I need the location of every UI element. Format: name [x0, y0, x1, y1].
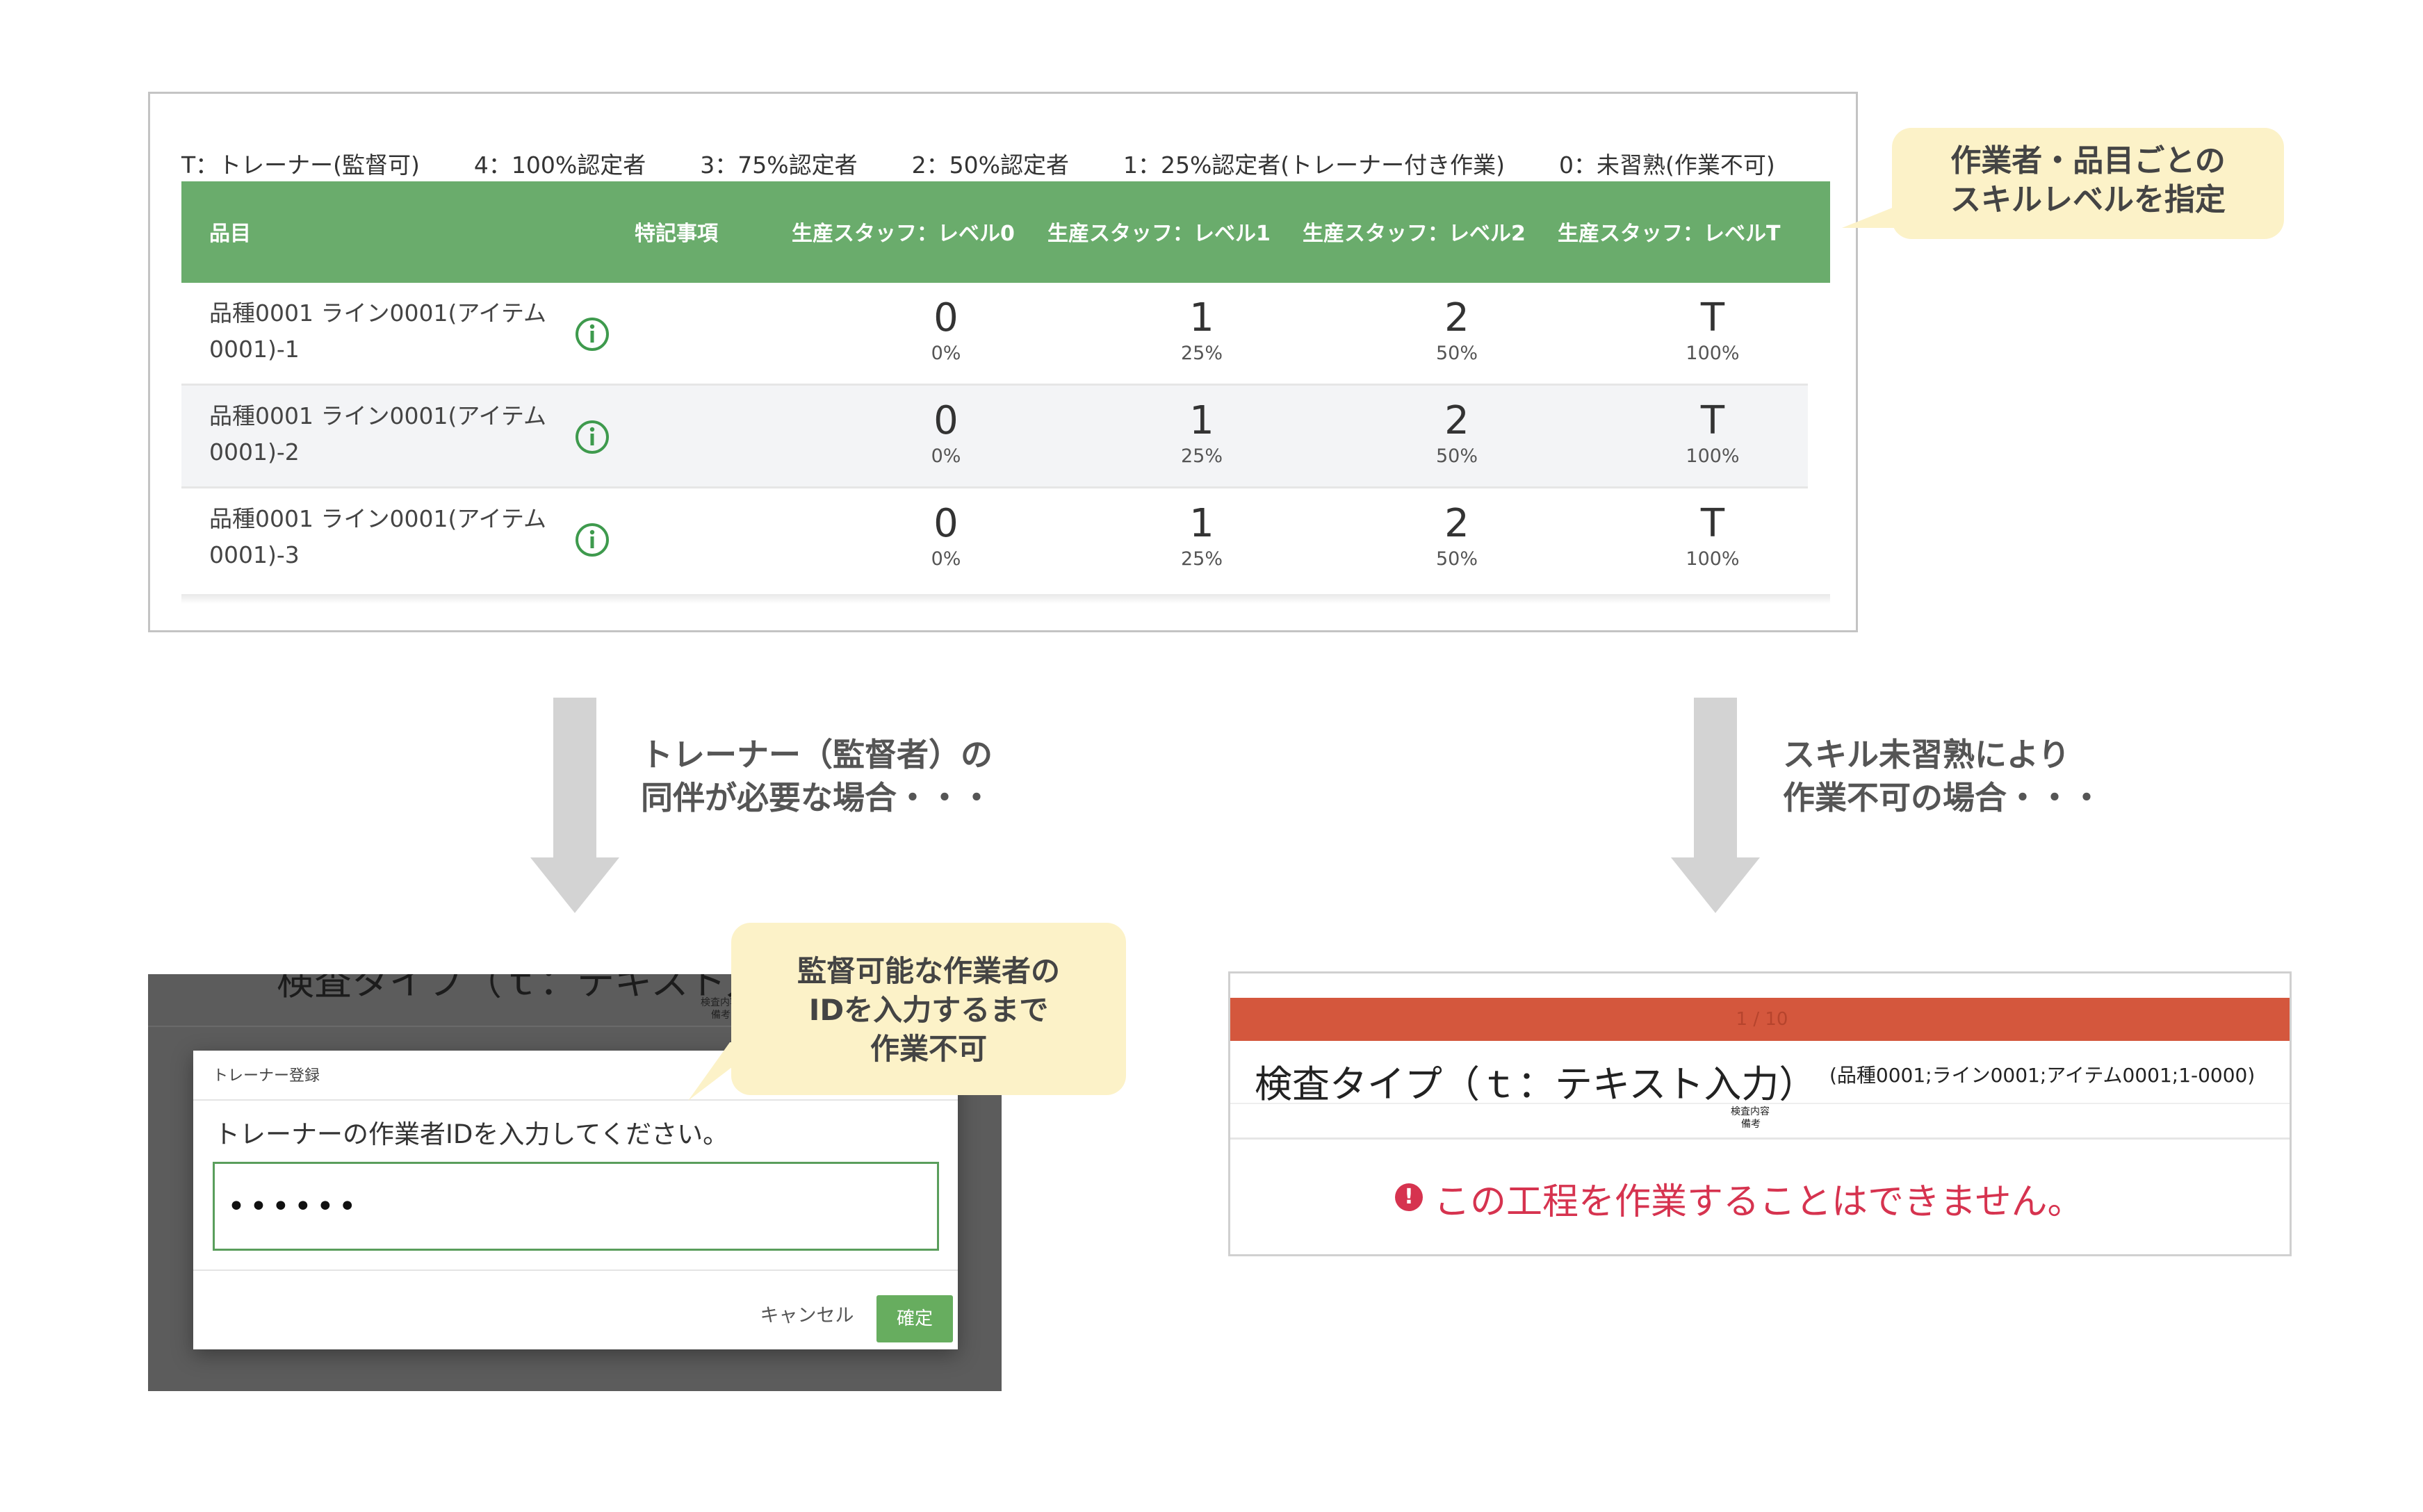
- level-cell-0[interactable]: 0 0%: [876, 501, 1015, 572]
- header-level0: 生産スタッフ：レベル0: [792, 222, 1015, 246]
- level-cell-t[interactable]: T 100%: [1643, 501, 1782, 572]
- caption-trainer-required: トレーナー（監督者）の 同伴が必要な場合・・・: [641, 736, 993, 816]
- inspection-title: 検査タイプ（ｔ：テキスト入力）: [1255, 1062, 1817, 1106]
- table-header: 品目 特記事項 生産スタッフ：レベル0 生産スタッフ：レベル1 生産スタッフ：レ…: [181, 181, 1830, 283]
- level-cell-1[interactable]: 1 25%: [1132, 501, 1271, 572]
- legend-item-2: 2：50%認定者: [911, 151, 1069, 179]
- row-item-label: 品種0001 ライン0001(アイテム 0001)-1: [209, 299, 547, 363]
- table-bottom-shadow: [181, 594, 1830, 604]
- legend-item-4: 4：100%認定者: [473, 151, 646, 179]
- level-cell-0[interactable]: 0 0%: [876, 398, 1015, 469]
- level-cell-2[interactable]: 2 50%: [1387, 295, 1526, 366]
- legend-item-t: T：トレーナー(監督可): [181, 151, 420, 179]
- level-cell-0[interactable]: 0 0%: [876, 295, 1015, 366]
- level-cell-t[interactable]: T 100%: [1643, 398, 1782, 469]
- skill-level-callout: 作業者・品目ごとの スキルレベルを指定: [1892, 128, 2284, 239]
- cancel-button[interactable]: キャンセル: [755, 1295, 859, 1337]
- legend-item-3: 3：75%認定者: [700, 151, 858, 179]
- info-icon[interactable]: [574, 522, 610, 558]
- level-cell-2[interactable]: 2 50%: [1387, 398, 1526, 469]
- inspection-meta: (品種0001;ライン0001;アイテム0001;1-0000): [1829, 1064, 2255, 1087]
- trainer-id-callout: 監督可能な作業者の IDを入力するまで 作業不可: [731, 923, 1126, 1095]
- progress-bar: 1 / 10: [1230, 998, 2290, 1041]
- alert-icon: !: [1395, 1183, 1423, 1211]
- trainer-registration-dialog: トレーナー登録 トレーナーの作業者IDを入力してください。 キャンセル 確定: [193, 1051, 958, 1349]
- row-item-label: 品種0001 ライン0001(アイテム 0001)-3: [209, 505, 547, 568]
- arrow-down-left-head: [530, 857, 619, 913]
- background-remarks: 備考: [711, 1010, 731, 1021]
- dialog-footer-divider: [193, 1269, 958, 1271]
- remarks-label: 備考: [1741, 1119, 1761, 1130]
- header-level2: 生産スタッフ：レベル2: [1303, 222, 1526, 246]
- level-cell-1[interactable]: 1 25%: [1132, 295, 1271, 366]
- legend-item-1: 1：25%認定者(トレーナー付き作業): [1123, 151, 1506, 179]
- content-divider: [1230, 1137, 2290, 1140]
- dialog-prompt: トレーナーの作業者IDを入力してください。: [214, 1119, 729, 1149]
- dialog-divider: [193, 1099, 958, 1101]
- arrow-down-right: [1694, 698, 1737, 859]
- legend-item-0: 0：未習熟(作業不可): [1559, 151, 1775, 179]
- header-level1: 生産スタッフ：レベル1: [1047, 222, 1271, 246]
- table-row: 品種0001 ライン0001(アイテム 0001)-1 0 0% 1 25% 2 50…: [181, 283, 1808, 386]
- level-cell-2[interactable]: 2 50%: [1387, 501, 1526, 572]
- blocked-operation-screenshot: 1 / 10 検査タイプ（ｔ：テキスト入力） (品種0001;ライン0001;ア…: [1228, 971, 2292, 1256]
- arrow-down-left: [553, 698, 596, 859]
- inspection-content-label: 検査内容: [1731, 1106, 1770, 1117]
- trainer-id-input[interactable]: [213, 1162, 939, 1251]
- table-row: 品種0001 ライン0001(アイテム 0001)-3 0 0% 1 25% 2 50…: [181, 488, 1808, 591]
- info-icon[interactable]: [574, 419, 610, 455]
- info-icon[interactable]: [574, 316, 610, 352]
- skill-table-panel: T：トレーナー(監督可) 4：100%認定者 3：75%認定者 2：50%認定者…: [148, 92, 1858, 632]
- cannot-operate-message: この工程を作業することはできません。: [1434, 1181, 2084, 1223]
- arrow-down-right-head: [1671, 857, 1760, 913]
- dialog-title: トレーナー登録: [213, 1067, 320, 1085]
- header-notes: 特記事項: [635, 222, 718, 246]
- caption-unskilled: スキル未習熟により 作業不可の場合・・・: [1783, 736, 2103, 816]
- level-cell-1[interactable]: 1 25%: [1132, 398, 1271, 469]
- table-row: 品種0001 ライン0001(アイテム 0001)-2 0 0% 1 25% 2 50…: [181, 386, 1808, 488]
- row-item-label: 品種0001 ライン0001(アイテム 0001)-2: [209, 402, 547, 466]
- level-cell-t[interactable]: T 100%: [1643, 295, 1782, 366]
- header-levelT: 生産スタッフ：レベルT: [1558, 222, 1781, 246]
- header-item: 品目: [209, 222, 251, 246]
- progress-counter: 1 / 10: [1736, 1009, 1788, 1030]
- confirm-button[interactable]: 確定: [876, 1295, 953, 1342]
